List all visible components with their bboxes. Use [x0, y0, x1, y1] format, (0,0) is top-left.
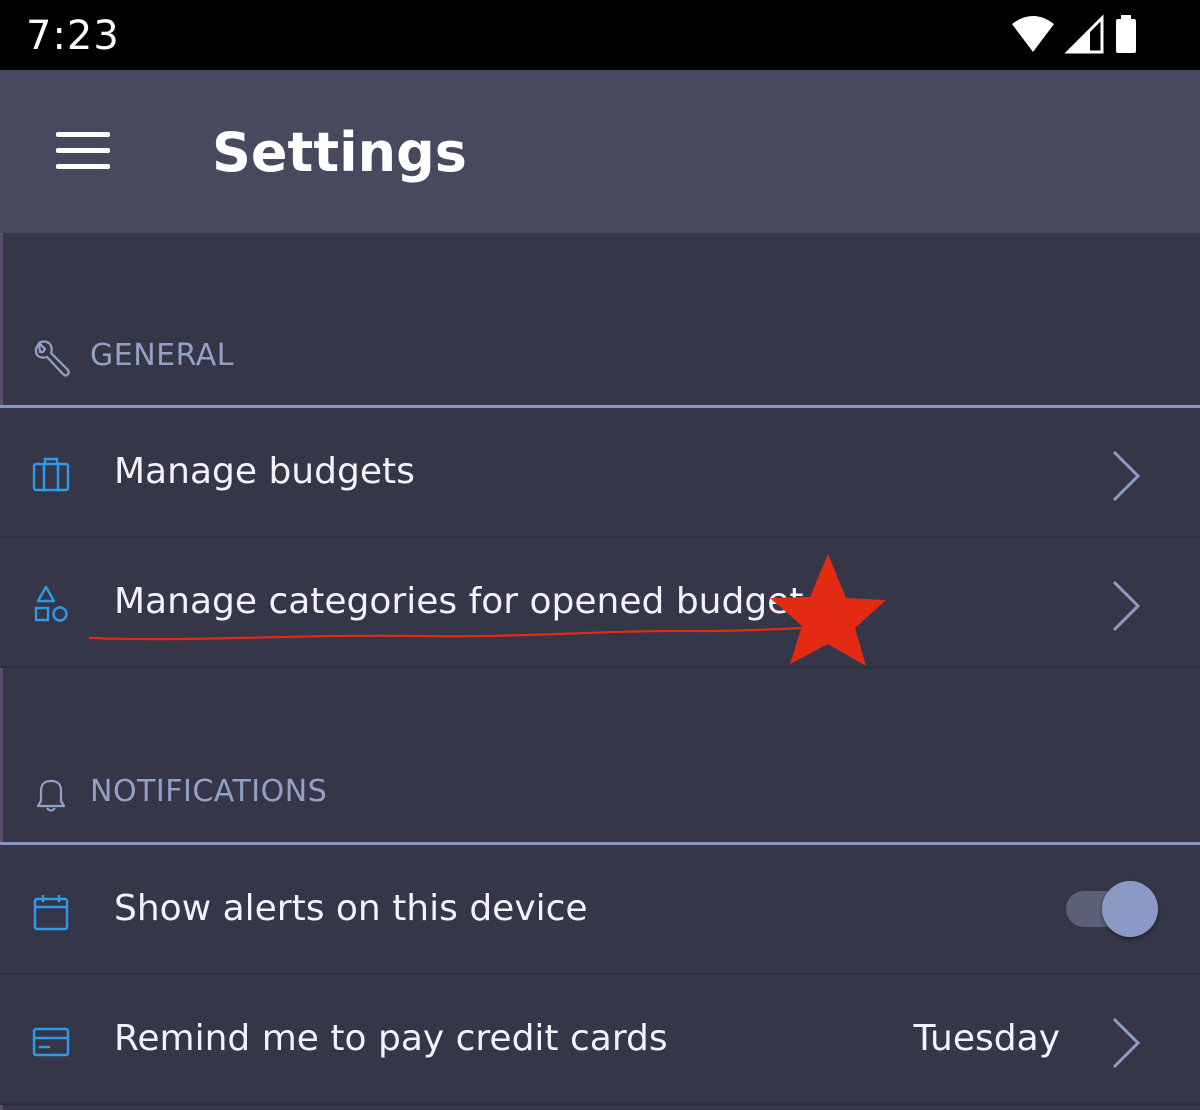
- manage-budgets-label: Manage budgets: [114, 451, 415, 492]
- section-label-notifications: NOTIFICATIONS: [90, 774, 328, 809]
- settings-screen: 7:23 Settings GENERAL Manage budgets Man…: [0, 0, 1200, 1110]
- chevron-right-icon: [1112, 1017, 1141, 1069]
- bell-icon: [36, 779, 66, 812]
- reminder-day-value: Tuesday: [913, 1018, 1060, 1059]
- chevron-right-icon: [1112, 450, 1141, 502]
- manage-categories-row[interactable]: Manage categories for opened budget: [0, 538, 1200, 666]
- row-divider: [0, 666, 1200, 668]
- battery-icon: [1116, 15, 1136, 53]
- status-bar: 7:23: [0, 0, 1200, 70]
- section-header-general: GENERAL: [0, 316, 1200, 402]
- shapes-icon: [34, 585, 68, 622]
- menu-bar-middle: [56, 148, 110, 153]
- chevron-right-icon: [1112, 580, 1141, 632]
- app-bar: Settings: [0, 70, 1200, 233]
- menu-bar-bottom: [56, 164, 110, 169]
- wifi-icon: [1012, 16, 1054, 52]
- credit-card-icon: [32, 1027, 70, 1057]
- show-alerts-row[interactable]: Show alerts on this device: [0, 845, 1200, 973]
- hamburger-menu-icon[interactable]: [44, 118, 122, 184]
- status-time: 7:23: [26, 13, 120, 59]
- show-alerts-label: Show alerts on this device: [114, 888, 588, 929]
- manage-budgets-row[interactable]: Manage budgets: [0, 408, 1200, 536]
- remind-credit-cards-row[interactable]: Remind me to pay credit cards Tuesday: [0, 975, 1200, 1103]
- manage-categories-label: Manage categories for opened budget: [114, 581, 804, 622]
- briefcase-icon: [32, 457, 70, 492]
- row-divider: [0, 1103, 1200, 1105]
- calendar-icon: [33, 895, 69, 931]
- wrench-icon: [34, 340, 70, 377]
- cellular-signal-icon: [1064, 14, 1104, 54]
- section-header-notifications: NOTIFICATIONS: [0, 752, 1200, 838]
- page-title: Settings: [212, 121, 467, 184]
- remind-credit-cards-label: Remind me to pay credit cards: [114, 1018, 668, 1059]
- alerts-toggle[interactable]: [1064, 877, 1160, 939]
- toggle-knob: [1102, 881, 1158, 937]
- menu-bar-top: [56, 132, 110, 137]
- section-label-general: GENERAL: [90, 338, 234, 373]
